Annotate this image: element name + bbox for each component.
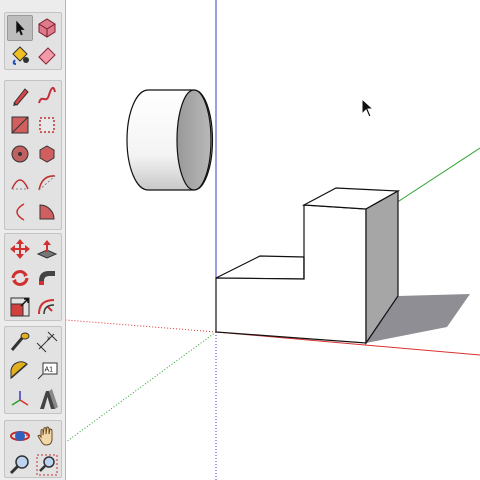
rectangle-icon — [11, 116, 29, 134]
rotate-tool-button[interactable] — [7, 265, 33, 291]
move-icon — [10, 239, 30, 259]
protractor-icon — [10, 361, 28, 380]
protractor-button[interactable] — [7, 358, 33, 384]
tape-measure-icon — [10, 332, 30, 351]
circle-tool-button[interactable] — [7, 141, 33, 167]
eraser-button[interactable] — [34, 42, 60, 68]
mouse-cursor-icon — [361, 98, 375, 118]
arrow-cursor-icon — [16, 20, 25, 36]
line-tool-button[interactable] — [7, 83, 33, 109]
pencil-icon — [13, 88, 29, 106]
eraser-icon — [38, 47, 56, 65]
orbit-tool-button[interactable] — [7, 423, 33, 449]
red-axis-negative — [66, 319, 217, 333]
arc-icon — [11, 179, 29, 190]
3d-text-button[interactable] — [34, 387, 60, 413]
edit-tools-group — [4, 233, 62, 321]
3d-text-icon — [40, 389, 58, 409]
l-shaped-block[interactable] — [215, 187, 401, 345]
orbit-icon — [10, 431, 30, 441]
push-pull-icon — [36, 240, 58, 259]
rotated-rectangle-button[interactable] — [34, 112, 60, 138]
dimension-icon: x — [36, 331, 58, 353]
pie-icon — [39, 204, 55, 220]
scale-icon — [10, 297, 30, 317]
axes-tool-button[interactable] — [7, 387, 33, 413]
rectangle-tool-button[interactable] — [7, 112, 33, 138]
make-component-button[interactable] — [34, 15, 60, 41]
offset-icon — [38, 299, 55, 315]
dimension-tool-button[interactable]: x — [34, 329, 60, 355]
freehand-icon — [38, 86, 56, 104]
select-tool-button[interactable] — [7, 15, 33, 41]
pie-tool-button[interactable] — [34, 199, 60, 225]
construction-tools-group: x A1 — [4, 326, 62, 414]
green-axis — [395, 147, 480, 204]
svg-text:x: x — [47, 336, 50, 342]
push-pull-tool-button[interactable] — [34, 236, 60, 262]
text-tool-label: A1 — [45, 367, 54, 374]
two-point-arc-button[interactable] — [34, 170, 60, 196]
green-axis-negative — [66, 331, 217, 443]
scale-tool-button[interactable] — [7, 294, 33, 320]
two-point-arc-icon — [38, 175, 56, 191]
rotate-icon — [11, 270, 29, 286]
polygon-tool-button[interactable] — [34, 141, 60, 167]
zoom-tool-button[interactable] — [7, 452, 33, 478]
arc-tool-button[interactable] — [7, 170, 33, 196]
pan-tool-button[interactable] — [34, 423, 60, 449]
text-tool-button[interactable]: A1 — [34, 358, 60, 384]
component-icon — [38, 18, 56, 38]
move-tool-button[interactable] — [7, 236, 33, 262]
hand-icon — [37, 426, 53, 446]
axes-icon — [11, 391, 29, 406]
cylinder[interactable] — [126, 89, 214, 191]
follow-me-icon — [39, 271, 55, 285]
paint-bucket-icon — [12, 46, 29, 65]
follow-me-tool-button[interactable] — [34, 265, 60, 291]
camera-tools-group — [4, 420, 62, 478]
circle-icon — [11, 145, 29, 163]
tool-palette: x A1 — [0, 0, 66, 480]
draw-tools-group — [4, 80, 62, 230]
magnifier-icon — [9, 455, 29, 475]
paint-bucket-button[interactable] — [7, 42, 33, 68]
text-label-icon: A1 — [37, 362, 58, 380]
three-point-arc-icon — [16, 203, 25, 221]
three-point-arc-button[interactable] — [7, 199, 33, 225]
polygon-icon — [39, 145, 55, 163]
zoom-extents-button[interactable] — [34, 452, 60, 478]
tape-measure-button[interactable] — [7, 329, 33, 355]
freehand-tool-button[interactable] — [34, 83, 60, 109]
select-tools-group — [4, 12, 62, 70]
modeling-viewport[interactable] — [66, 0, 480, 480]
rotated-rectangle-icon — [39, 117, 55, 133]
offset-tool-button[interactable] — [34, 294, 60, 320]
zoom-extents-icon — [36, 454, 58, 476]
